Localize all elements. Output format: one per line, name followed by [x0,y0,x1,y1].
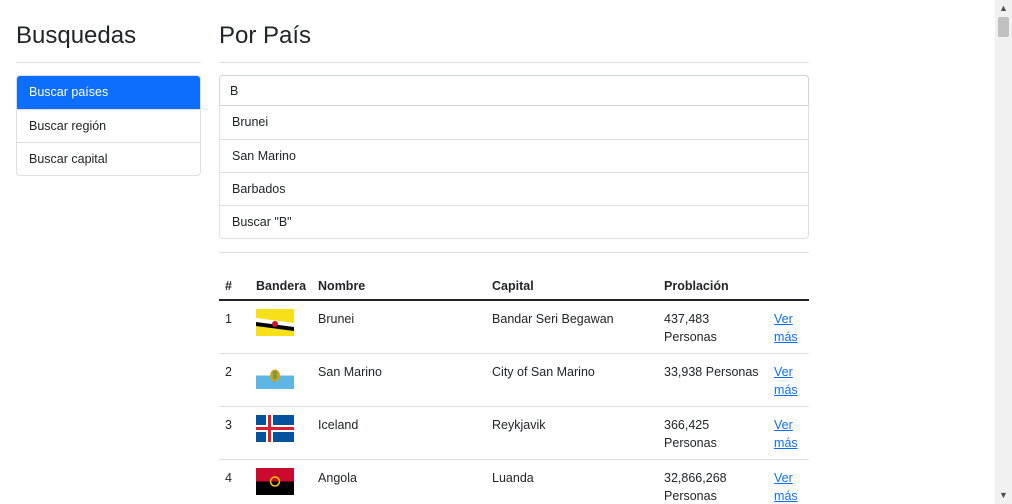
brunei-flag-icon [256,309,294,336]
row-population: 437,483 Personas [658,300,769,354]
ver-mas-link[interactable]: Ver más [774,312,798,344]
header-capital: Capital [486,273,659,301]
row-flag [250,406,313,460]
sidebar: Busquedas Buscar países Buscar región Bu… [16,0,201,176]
scroll-down-icon[interactable]: ▼ [995,487,1012,504]
row-population: 366,425 Personas [658,406,769,460]
suggestion-list: Brunei San Marino Barbados Buscar "B" [219,106,809,239]
table-row: 4 Angola Luanda 32,866,268 Personas Ver … [219,459,809,504]
row-number: 4 [219,459,250,504]
row-number: 2 [219,353,250,407]
scroll-up-icon[interactable]: ▲ [995,0,1012,17]
table-header-row: # Bandera Nombre Capital Problación [219,273,809,301]
table-row: 1 Brunei Bandar Seri Begawan 437,483 Per… [219,300,809,354]
row-flag [250,459,313,504]
row-name: Brunei [312,300,487,354]
row-capital: Luanda [486,459,659,504]
table-row: 3 Iceland Reykjavik 366,425 Personas Ver… [219,406,809,460]
sidebar-item-buscar-capital[interactable]: Buscar capital [17,142,200,175]
row-action: Ver más [768,300,809,354]
sidebar-item-buscar-region[interactable]: Buscar región [17,109,200,142]
main-content: Por País Brunei San Marino Barbados Busc… [219,0,809,504]
row-name: Angola [312,459,487,504]
scrollbar-thumb[interactable] [998,17,1009,37]
ver-mas-link[interactable]: Ver más [774,418,798,450]
header-flag: Bandera [250,273,313,301]
sidebar-title: Busquedas [16,22,137,49]
row-flag [250,300,313,354]
row-name: Iceland [312,406,487,460]
row-name: San Marino [312,353,487,407]
sidebar-item-buscar-paises[interactable]: Buscar países [17,76,200,109]
suggestion-item[interactable]: Barbados [220,172,808,205]
search-input[interactable] [219,75,809,106]
ver-mas-link[interactable]: Ver más [774,471,798,503]
vertical-scrollbar[interactable]: ▲ ▼ [995,0,1012,504]
row-population: 32,866,268 Personas [658,459,769,504]
suggestion-item[interactable]: San Marino [220,139,808,172]
header-name: Nombre [312,273,487,301]
ver-mas-link[interactable]: Ver más [774,365,798,397]
row-capital: Reykjavik [486,406,659,460]
row-action: Ver más [768,406,809,460]
page-title: Por País [219,22,312,49]
row-population: 33,938 Personas [658,353,769,407]
suggestion-item[interactable]: Brunei [220,106,808,139]
results-divider [219,252,809,253]
row-flag [250,353,313,407]
row-number: 1 [219,300,250,354]
san-marino-flag-icon [256,361,294,389]
row-action: Ver más [768,353,809,407]
table-row: 2 San Marino City of San Marino 33,938 P… [219,353,809,407]
iceland-flag-icon [256,414,294,442]
sidebar-divider [16,62,201,63]
row-action: Ver más [768,459,809,504]
angola-flag-icon [256,467,294,495]
header-actions [768,273,809,301]
row-capital: Bandar Seri Begawan [486,300,659,354]
row-capital: City of San Marino [486,353,659,407]
row-number: 3 [219,406,250,460]
header-population: Problación [658,273,769,301]
header-number: # [219,273,250,301]
suggestion-search-all[interactable]: Buscar "B" [220,205,808,238]
title-divider [219,62,809,63]
results-table: # Bandera Nombre Capital Problación 1 Br… [219,273,809,504]
sidebar-menu: Buscar países Buscar región Buscar capit… [16,75,201,176]
